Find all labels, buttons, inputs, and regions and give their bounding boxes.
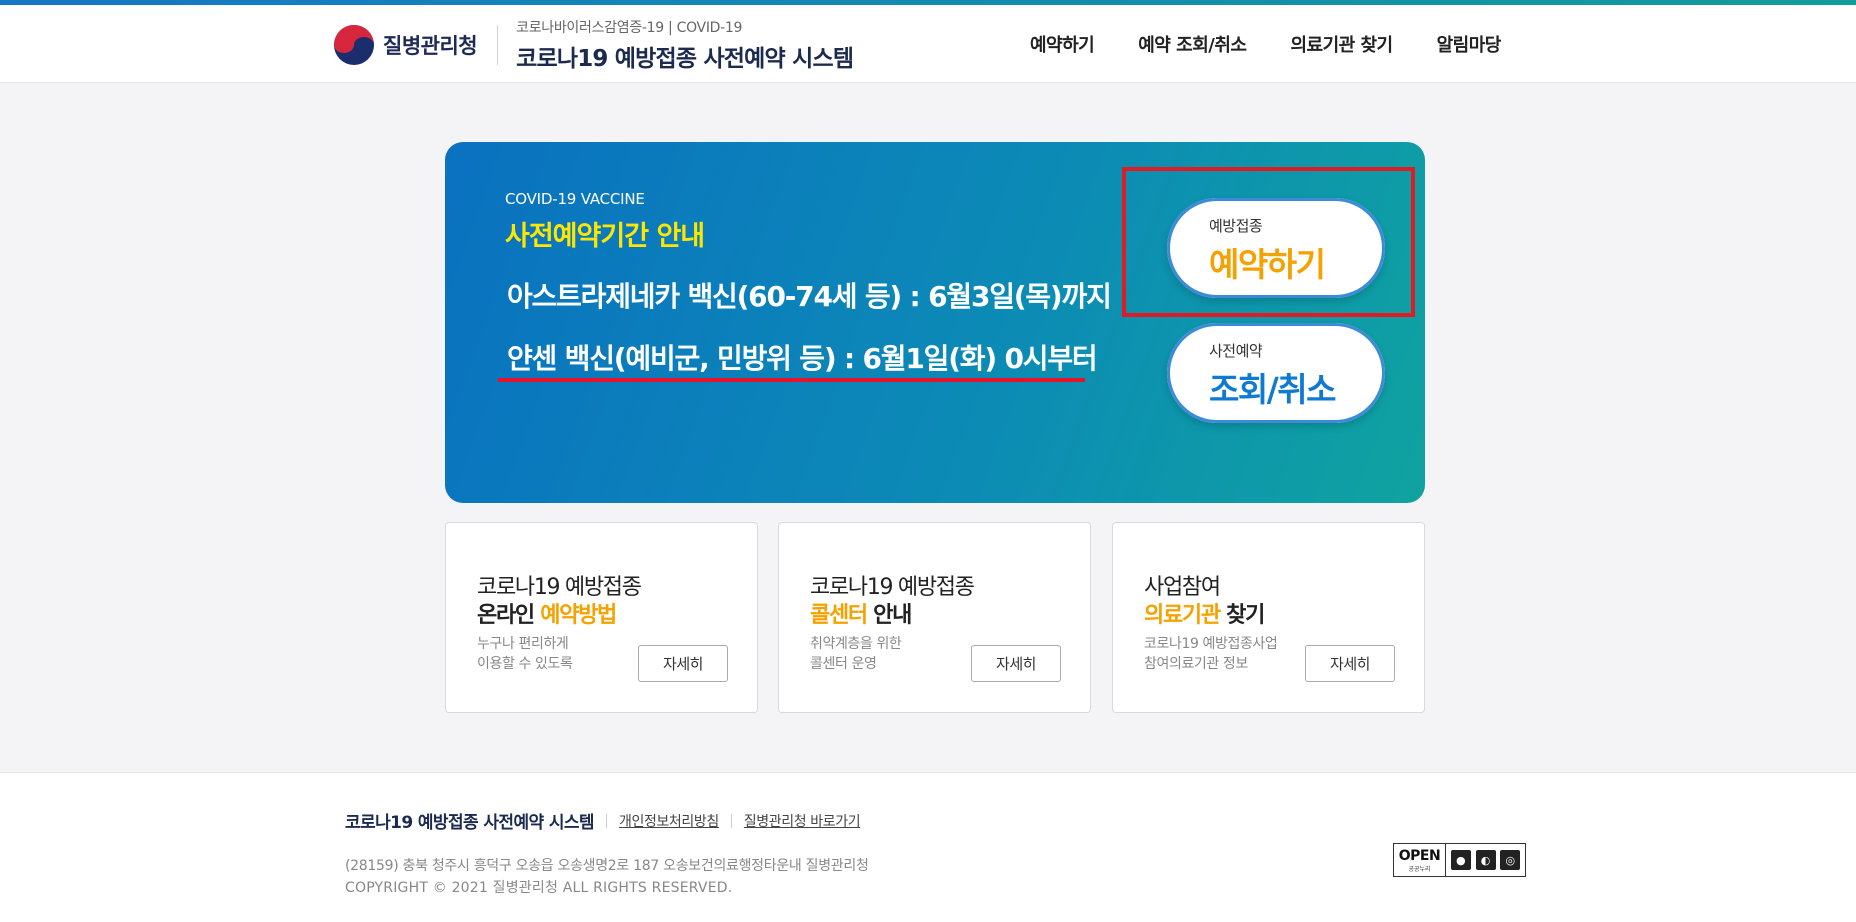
card-desc-1: 누구나 편리하게 — [477, 636, 569, 652]
card-line2-plain: 안내 — [866, 603, 912, 628]
hero-title: 사전예약기간 안내 — [505, 221, 705, 252]
card-desc-1: 취약계층을 위한 — [810, 636, 902, 652]
card-detail-button[interactable]: 자세히 — [638, 645, 728, 682]
org-name: 질병관리청 — [383, 34, 478, 58]
main-nav: 예약하기 예약 조회/취소 의료기관 찾기 알림마당 — [1030, 5, 1501, 83]
nav-reserve[interactable]: 예약하기 — [1030, 31, 1095, 57]
privacy-policy-link[interactable]: 개인정보처리방침 — [619, 811, 719, 831]
footer-copyright: COPYRIGHT © 2021 질병관리청 ALL RIGHTS RESERV… — [345, 880, 733, 896]
reserve-button-small: 예방접종 — [1209, 217, 1263, 235]
kogl-open-license-badge: OPEN 공공누리 ● ◐ ◎ — [1393, 843, 1526, 877]
card-desc: 취약계층을 위한콜센터 운영 — [810, 634, 902, 674]
hero-eyebrow: COVID-19 VACCINE — [505, 190, 645, 208]
card-line2-highlight: 예약방법 — [540, 603, 617, 628]
reserve-button[interactable]: 예방접종 예약하기 — [1167, 198, 1385, 298]
card-line2-plain: 온라인 — [477, 603, 541, 628]
kogl-icons: ● ◐ ◎ — [1446, 844, 1525, 876]
kogl-open-text: OPEN — [1398, 847, 1441, 864]
site-footer: 코로나19 예방접종 사전예약 시스템 개인정보처리방침 질병관리청 바로가기 … — [0, 772, 1856, 922]
kdca-homepage-link[interactable]: 질병관리청 바로가기 — [744, 811, 861, 831]
card-desc-2: 이용할 수 있도록 — [477, 656, 573, 672]
lookup-button-label: 조회/취소 — [1209, 370, 1337, 409]
lookup-cancel-button[interactable]: 사전예약 조회/취소 — [1167, 323, 1385, 423]
card-desc: 누구나 편리하게이용할 수 있도록 — [477, 634, 573, 674]
brand-divider — [497, 25, 499, 65]
card-line2: 의료기관 찾기 — [1144, 597, 1265, 629]
card-call-center: 코로나19 예방접종 콜센터 안내 취약계층을 위한 콜센터 운영 자세히 — [778, 522, 1091, 713]
card-desc-1: 코로나19 예방접종사업 — [1144, 636, 1278, 652]
card-detail-button[interactable]: 자세히 — [1305, 645, 1395, 682]
nav-lookup-cancel[interactable]: 예약 조회/취소 — [1138, 31, 1247, 57]
system-subtitle: 코로나바이러스감염증-19 | COVID-19 — [516, 20, 743, 36]
card-line2-highlight: 의료기관 — [1144, 603, 1221, 628]
footer-links: 코로나19 예방접종 사전예약 시스템 개인정보처리방침 질병관리청 바로가기 — [345, 808, 861, 833]
attribution-icon: ● — [1450, 850, 1471, 870]
info-cards: 코로나19 예방접종 온라인 예약방법 누구나 편리하게 이용할 수 있도록 자세… — [445, 522, 1425, 713]
footer-separator — [730, 813, 732, 828]
hero-janssen-notice: 얀센 백신(예비군, 민방위 등) : 6월1일(화) 0시부터 — [507, 342, 1098, 375]
card-desc-2: 참여의료기관 정보 — [1144, 656, 1248, 672]
kogl-sub-text: 공공누리 — [1408, 865, 1431, 873]
hero-astrazeneca-notice: 아스트라제네카 백신(60-74세 등) : 6월3일(목)까지 — [507, 280, 1112, 313]
no-derivatives-icon: ◎ — [1500, 850, 1521, 870]
card-line2: 콜센터 안내 — [810, 597, 912, 629]
card-line2-plain: 찾기 — [1219, 603, 1265, 628]
kogl-open-mark: OPEN 공공누리 — [1394, 844, 1446, 876]
footer-address: (28159) 충북 청주시 흥덕구 오송읍 오송생명2로 187 오송보건의료… — [345, 858, 869, 874]
card-desc: 코로나19 예방접종사업참여의료기관 정보 — [1144, 634, 1278, 674]
nav-notice[interactable]: 알림마당 — [1437, 31, 1502, 57]
system-title: 코로나19 예방접종 사전예약 시스템 — [516, 46, 854, 72]
hero-red-underline — [498, 378, 1085, 382]
brand[interactable]: 질병관리청 코로나바이러스감염증-19 | COVID-19 코로나19 예방접… — [334, 20, 854, 72]
hero-banner: COVID-19 VACCINE 사전예약기간 안내 아스트라제네카 백신(60… — [445, 142, 1425, 503]
card-line2-highlight: 콜센터 — [810, 603, 868, 628]
card-desc-2: 콜센터 운영 — [810, 656, 877, 672]
card-detail-button[interactable]: 자세히 — [971, 645, 1061, 682]
noncommercial-icon: ◐ — [1475, 850, 1496, 870]
lookup-button-small: 사전예약 — [1209, 342, 1263, 360]
card-online-reservation: 코로나19 예방접종 온라인 예약방법 누구나 편리하게 이용할 수 있도록 자세… — [445, 522, 758, 713]
system-title-block: 코로나바이러스감염증-19 | COVID-19 코로나19 예방접종 사전예약… — [516, 17, 854, 73]
card-find-clinic: 사업참여 의료기관 찾기 코로나19 예방접종사업 참여의료기관 정보 자세히 — [1112, 522, 1425, 713]
card-line2: 온라인 예약방법 — [477, 597, 617, 629]
nav-find-clinic[interactable]: 의료기관 찾기 — [1290, 31, 1393, 57]
footer-title: 코로나19 예방접종 사전예약 시스템 — [345, 813, 595, 833]
kdca-logo-icon — [334, 25, 374, 65]
footer-separator — [605, 813, 607, 828]
reserve-button-label: 예약하기 — [1209, 245, 1326, 284]
site-header: 질병관리청 코로나바이러스감염증-19 | COVID-19 코로나19 예방접… — [0, 5, 1856, 83]
